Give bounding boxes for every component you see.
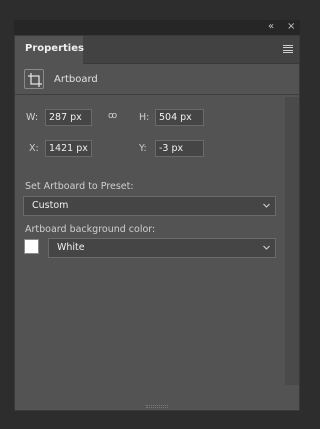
vertical-scrollbar[interactable]: [285, 97, 299, 385]
height-field[interactable]: 504 px: [155, 109, 204, 126]
preset-dropdown[interactable]: Custom: [23, 196, 276, 216]
panel-collapse-bar: [14, 20, 300, 35]
preset-label: Set Artboard to Preset:: [25, 181, 134, 192]
properties-panel: Properties Artboard W: 287 px ꝏ H: 504 p…: [14, 35, 300, 411]
link-dimensions-icon[interactable]: ꝏ: [108, 111, 117, 121]
panel-menu-icon[interactable]: [283, 45, 293, 53]
section-title: Artboard: [54, 74, 98, 85]
background-color-swatch[interactable]: [24, 239, 39, 254]
chevron-down-icon: [263, 203, 270, 208]
y-position-field[interactable]: -3 px: [155, 140, 204, 157]
x-position-field[interactable]: 1421 px: [45, 140, 92, 157]
panel-resize-grip[interactable]: [146, 405, 168, 408]
chevron-down-icon: [263, 245, 270, 250]
height-label: H:: [139, 112, 150, 123]
panel-tab-bar: Properties: [15, 36, 299, 64]
background-color-value: White: [57, 242, 85, 253]
x-label: X:: [29, 143, 39, 154]
width-field[interactable]: 287 px: [45, 109, 92, 126]
width-label: W:: [26, 112, 39, 123]
close-panel-button[interactable]: ×: [287, 21, 295, 33]
properties-content: W: 287 px ꝏ H: 504 px X: 1421 px Y: -3 p…: [15, 97, 299, 410]
background-color-label: Artboard background color:: [25, 224, 156, 235]
artboard-icon: [24, 69, 44, 89]
artboard-section-header: Artboard: [15, 64, 299, 95]
tab-properties[interactable]: Properties: [15, 36, 84, 64]
y-label: Y:: [139, 143, 147, 154]
preset-value: Custom: [32, 200, 69, 211]
collapse-panel-button[interactable]: «: [268, 21, 274, 33]
background-color-dropdown[interactable]: White: [48, 238, 276, 258]
